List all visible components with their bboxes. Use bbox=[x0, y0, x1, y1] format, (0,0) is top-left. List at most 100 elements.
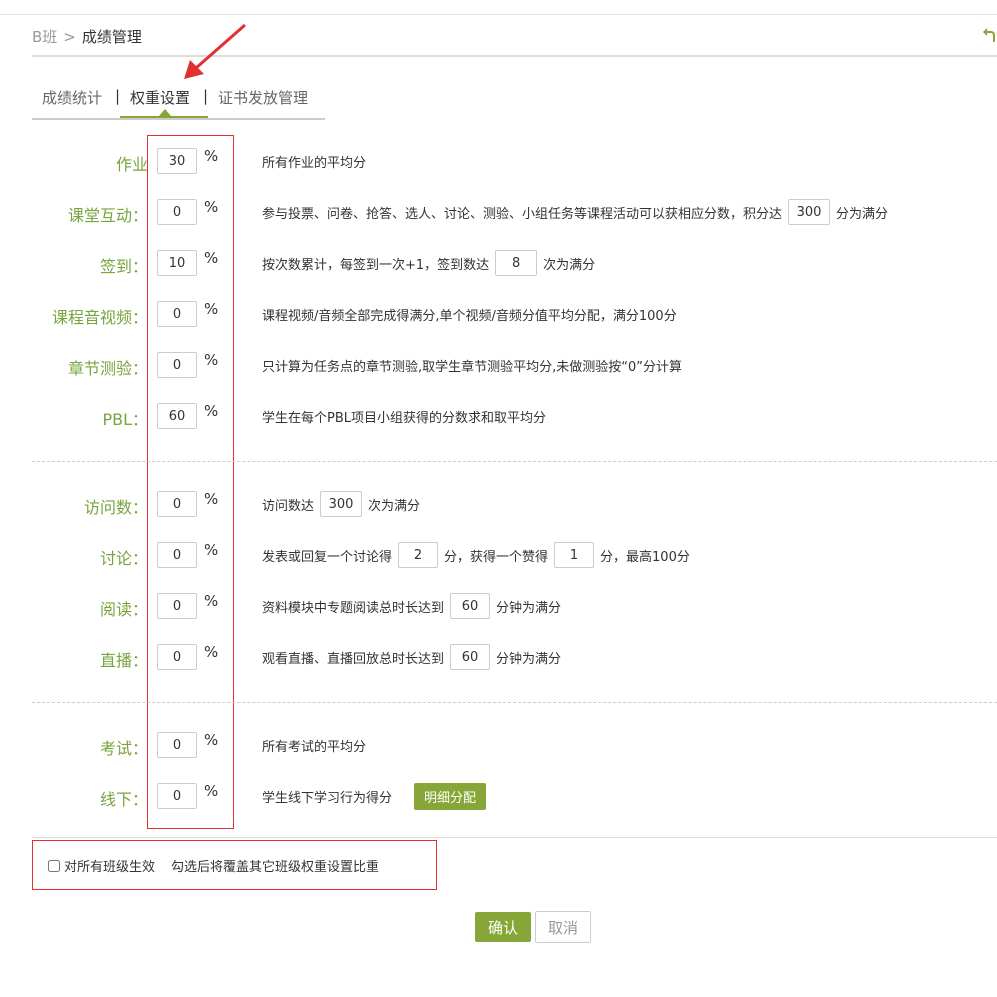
description-text: 资料模块中专题阅读总时长达到 bbox=[262, 600, 445, 616]
tab-score-stats[interactable]: 成绩统计 bbox=[42, 87, 102, 108]
description-text: 次为满分 bbox=[543, 257, 596, 273]
weight-description: 参与投票、问卷、抢答、选人、讨论、测验、小组任务等课程活动可以获相应分数，积分达… bbox=[262, 199, 888, 225]
active-tab-caret-icon bbox=[159, 109, 171, 116]
quiz-weight-input[interactable] bbox=[157, 352, 197, 378]
signin-threshold-input[interactable] bbox=[495, 250, 538, 276]
tab-certificate-management[interactable]: 证书发放管理 bbox=[218, 87, 308, 108]
percent-sign: % bbox=[204, 351, 219, 369]
weight-description: 观看直播、直播回放总时长达到 分钟为满分 bbox=[262, 644, 561, 670]
cancel-button[interactable]: 取消 bbox=[535, 911, 591, 943]
form-divider bbox=[32, 837, 997, 838]
live-weight-input[interactable] bbox=[157, 644, 197, 670]
weight-description: 只计算为任务点的章节测验,取学生章节测验平均分,未做测验按“0”分计算 bbox=[262, 352, 682, 378]
discussion-like-score-input[interactable] bbox=[554, 542, 595, 568]
annotation-highlight-box bbox=[147, 135, 234, 829]
description-text: 所有考试的平均分 bbox=[262, 739, 367, 755]
signin-weight-input[interactable] bbox=[157, 250, 197, 276]
discussion-weight-input[interactable] bbox=[157, 542, 197, 568]
percent-sign: % bbox=[204, 731, 219, 749]
live-threshold-input[interactable] bbox=[450, 644, 491, 670]
tab-weight-settings[interactable]: 权重设置 bbox=[130, 87, 190, 108]
breadcrumb-current: 成绩管理 bbox=[81, 28, 142, 46]
percent-sign: % bbox=[204, 249, 219, 267]
weight-label: 阅读： bbox=[99, 600, 148, 619]
interaction-threshold-input[interactable] bbox=[788, 199, 831, 225]
description-text: 只计算为任务点的章节测验,取学生章节测验平均分,未做测验按“0”分计算 bbox=[262, 359, 683, 375]
weight-row-offline: 线下： % 学生线下学习行为得分 明细分配 bbox=[0, 782, 997, 813]
weight-label: 线下： bbox=[99, 790, 148, 809]
offline-weight-input[interactable] bbox=[157, 783, 197, 809]
active-tab-underline bbox=[120, 116, 208, 118]
tab-separator: | bbox=[115, 87, 121, 105]
percent-sign: % bbox=[204, 541, 219, 559]
homework-weight-input[interactable] bbox=[157, 148, 197, 174]
weight-row-interaction: 课堂互动： % 参与投票、问卷、抢答、选人、讨论、测验、小组任务等课程活动可以获… bbox=[0, 198, 997, 229]
weight-description: 学生在每个PBL项目小组获得的分数求和取平均分 bbox=[262, 403, 546, 429]
weight-label: 访问数： bbox=[83, 498, 148, 517]
weight-label: 讨论： bbox=[99, 549, 148, 568]
interaction-weight-input[interactable] bbox=[157, 199, 197, 225]
weight-label: 作业 bbox=[115, 155, 148, 174]
pbl-weight-input[interactable] bbox=[157, 403, 197, 429]
breadcrumb-class-link[interactable]: B班 bbox=[32, 28, 57, 46]
weight-row-discussion: 讨论： % 发表或回复一个讨论得 分，获得一个赞得 分，最高100分 bbox=[0, 541, 997, 572]
weight-row-visits: 访问数： % 访问数达 次为满分 bbox=[0, 490, 997, 521]
breadcrumb-divider bbox=[32, 55, 997, 57]
section-divider bbox=[32, 461, 997, 462]
tab-bar: 成绩统计 | 权重设置 | 证书发放管理 bbox=[32, 85, 325, 120]
percent-sign: % bbox=[204, 782, 219, 800]
visits-weight-input[interactable] bbox=[157, 491, 197, 517]
annotation-arrow-icon bbox=[184, 23, 246, 79]
weight-row-live: 直播： % 观看直播、直播回放总时长达到 分钟为满分 bbox=[0, 643, 997, 674]
description-text: 所有作业的平均分 bbox=[262, 155, 367, 171]
description-text: 分为满分 bbox=[836, 206, 889, 222]
apply-all-classes-option: 对所有班级生效 勾选后将覆盖其它班级权重设置比重 bbox=[48, 856, 379, 875]
reading-weight-input[interactable] bbox=[157, 593, 197, 619]
weight-row-reading: 阅读： % 资料模块中专题阅读总时长达到 分钟为满分 bbox=[0, 592, 997, 623]
exam-weight-input[interactable] bbox=[157, 732, 197, 758]
description-text: 访问数达 bbox=[262, 498, 315, 514]
description-text: 学生在每个PBL项目小组获得的分数求和取平均分 bbox=[262, 410, 547, 426]
detail-allocation-button[interactable]: 明细分配 bbox=[414, 782, 487, 810]
breadcrumb-separator: > bbox=[63, 28, 76, 46]
weight-row-quiz: 章节测验： % 只计算为任务点的章节测验,取学生章节测验平均分,未做测验按“0”… bbox=[0, 351, 997, 382]
weight-description: 所有作业的平均分 bbox=[262, 148, 366, 174]
weight-label: 章节测验： bbox=[67, 359, 148, 378]
weight-label: 签到： bbox=[99, 257, 148, 276]
weight-row-exam: 考试： % 所有考试的平均分 bbox=[0, 731, 997, 762]
description-text: 学生线下学习行为得分 bbox=[262, 790, 393, 806]
description-text: 发表或回复一个讨论得 bbox=[262, 549, 393, 565]
weight-row-pbl: PBL： % 学生在每个PBL项目小组获得的分数求和取平均分 bbox=[0, 402, 997, 433]
percent-sign: % bbox=[204, 147, 219, 165]
weight-label: 课程音视频： bbox=[51, 308, 148, 327]
weight-description: 访问数达 次为满分 bbox=[262, 491, 420, 517]
description-text: 分，最高100分 bbox=[600, 549, 690, 565]
back-arrow-icon[interactable] bbox=[982, 26, 996, 46]
weight-label: 直播： bbox=[99, 651, 148, 670]
weight-label: 考试： bbox=[99, 739, 148, 758]
apply-all-classes-label[interactable]: 对所有班级生效 bbox=[64, 856, 155, 875]
description-text: 分钟为满分 bbox=[496, 600, 562, 616]
confirm-button[interactable]: 确认 bbox=[475, 912, 531, 942]
weight-label: 课堂互动： bbox=[67, 206, 148, 225]
video-weight-input[interactable] bbox=[157, 301, 197, 327]
weight-row-signin: 签到： % 按次数累计，每签到一次+1，签到数达 次为满分 bbox=[0, 249, 997, 280]
percent-sign: % bbox=[204, 643, 219, 661]
weight-description: 课程视频/音频全部完成得满分,单个视频/音频分值平均分配，满分100分 bbox=[262, 301, 677, 327]
apply-all-classes-checkbox[interactable] bbox=[48, 859, 60, 872]
reading-threshold-input[interactable] bbox=[450, 593, 491, 619]
weight-description: 发表或回复一个讨论得 分，获得一个赞得 分，最高100分 bbox=[262, 542, 690, 568]
weight-row-video: 课程音视频： % 课程视频/音频全部完成得满分,单个视频/音频分值平均分配，满分… bbox=[0, 300, 997, 331]
top-divider bbox=[0, 14, 997, 15]
weight-description: 资料模块中专题阅读总时长达到 分钟为满分 bbox=[262, 593, 561, 619]
description-text: 次为满分 bbox=[368, 498, 421, 514]
description-text: 参与投票、问卷、抢答、选人、讨论、测验、小组任务等课程活动可以获相应分数，积分达 bbox=[262, 206, 783, 222]
section-divider bbox=[32, 702, 997, 703]
weight-label: PBL： bbox=[102, 410, 148, 429]
percent-sign: % bbox=[204, 592, 219, 610]
discussion-post-score-input[interactable] bbox=[398, 542, 439, 568]
description-text: 按次数累计，每签到一次+1，签到数达 bbox=[262, 257, 490, 273]
visits-threshold-input[interactable] bbox=[320, 491, 363, 517]
apply-all-classes-hint: 勾选后将覆盖其它班级权重设置比重 bbox=[171, 860, 380, 875]
percent-sign: % bbox=[204, 300, 219, 318]
